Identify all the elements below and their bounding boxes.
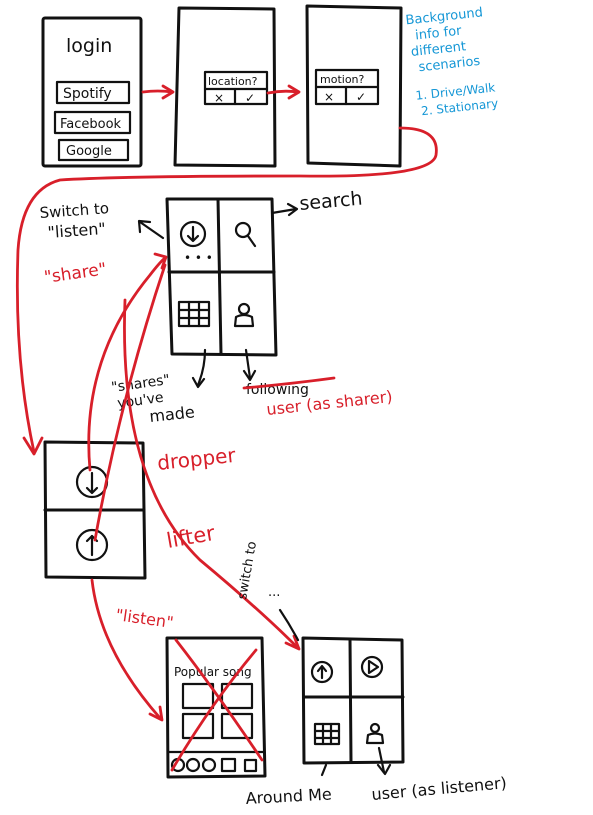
location-no-button[interactable]: × (214, 91, 224, 105)
search-icon[interactable] (234, 221, 257, 248)
share-screen: • • • (165, 197, 278, 357)
user-sharer-note: following user (as sharer) (242, 348, 393, 419)
user-icon[interactable] (233, 302, 255, 328)
spotify-label: Spotify (63, 86, 112, 102)
location-screen: location? × ✓ (173, 6, 277, 168)
switch-to-label-2: switch to (235, 540, 260, 600)
popular-tabbar (170, 757, 258, 773)
lifter-mode-icon[interactable] (75, 528, 109, 562)
dropper-mode-icon[interactable] (75, 465, 109, 499)
around-me-label: Around Me (245, 785, 332, 808)
motion-prompt: motion? (320, 73, 365, 86)
listen-label: "listen" (114, 605, 174, 632)
tab-grid-icon[interactable] (220, 757, 237, 773)
tab-user-icon[interactable] (243, 758, 258, 773)
mode-screen (43, 440, 147, 580)
storyboard-diagram: login Spotify Facebook Google location? … (15, 4, 508, 808)
listener-user-icon[interactable] (365, 722, 385, 745)
around-me-note: Around Me (245, 763, 332, 808)
switch-dots: ... (268, 585, 280, 600)
popular-screen: Popular song (165, 636, 267, 779)
dropper-icon[interactable]: • • • (179, 220, 213, 265)
google-label: Google (66, 144, 112, 159)
dropper-label: dropper (156, 443, 237, 475)
lifter-icon[interactable] (310, 660, 334, 684)
arrow-mode-to-popular (90, 578, 164, 722)
switch-to-listen-note: Switch to "listen" (39, 199, 165, 242)
background-note: Background info for different scenarios … (405, 5, 499, 118)
share-label: "share" (43, 259, 108, 288)
user-listener-note: user (as listener) (371, 746, 508, 804)
map-grid-icon[interactable] (177, 300, 211, 328)
motion-yes-button[interactable]: ✓ (356, 90, 366, 104)
login-title: login (66, 35, 112, 57)
tab-lifter-icon[interactable] (185, 757, 201, 773)
arrow-login-to-location (141, 84, 175, 100)
shares-line-3: made (148, 402, 195, 426)
motion-no-button[interactable]: × (324, 90, 334, 104)
motion-screen: motion? × ✓ (305, 4, 403, 168)
listen-screen (301, 636, 405, 765)
location-prompt: location? (208, 75, 258, 88)
facebook-label: Facebook (60, 117, 122, 132)
arrow-location-to-motion (266, 84, 301, 100)
user-listener-label: user (as listener) (371, 773, 508, 804)
login-screen: login Spotify Facebook Google (41, 16, 143, 168)
tab-play-icon[interactable] (201, 757, 217, 773)
location-yes-button[interactable]: ✓ (245, 91, 255, 105)
listen-quote-label: "listen" (47, 219, 106, 242)
switch-to-note: switch to ... (235, 540, 300, 642)
dropper-dots: • • • (184, 251, 213, 265)
search-note: search (270, 188, 364, 217)
around-me-grid-icon[interactable] (313, 722, 341, 746)
search-label: search (299, 188, 364, 215)
play-icon[interactable] (360, 655, 384, 679)
